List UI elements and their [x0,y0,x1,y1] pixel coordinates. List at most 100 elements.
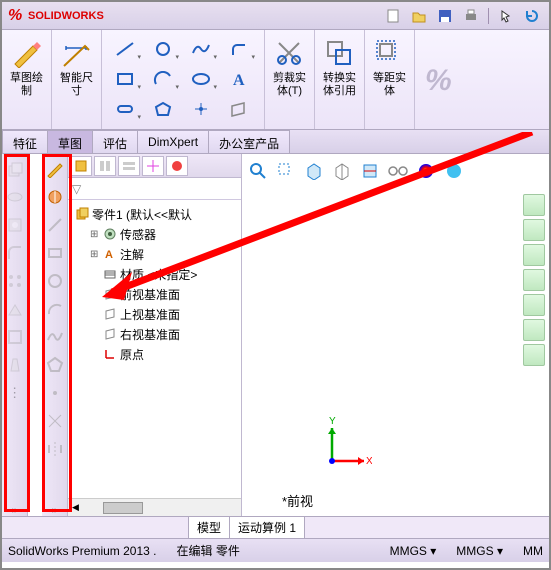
slot-tool[interactable]: ▾ [108,96,142,122]
tree-material[interactable]: 材质 <未指定> [70,264,239,284]
fm-tab-render[interactable] [166,156,188,176]
tab-dimxpert[interactable]: DimXpert [137,130,209,153]
cursor-button[interactable] [495,6,517,26]
tree-right-plane[interactable]: 右视基准面 [70,324,239,344]
feature-rib-icon[interactable] [4,298,26,320]
rebuild-button[interactable] [521,6,543,26]
sketch-mirror-icon[interactable] [44,438,66,460]
print-button[interactable] [460,6,482,26]
rt-btn-7[interactable] [523,344,545,366]
feature-draft-icon[interactable] [4,354,26,376]
point-tool[interactable] [184,96,218,122]
scene-icon[interactable] [442,160,466,182]
appearance-icon[interactable] [414,160,438,182]
open-button[interactable] [408,6,430,26]
rt-btn-5[interactable] [523,294,545,316]
tree-top-plane[interactable]: 上视基准面 [70,304,239,324]
line-tool[interactable]: ▾ [108,36,142,62]
rt-btn-3[interactable] [523,244,545,266]
sketch-dim-icon[interactable] [44,186,66,208]
feature-cut-icon[interactable] [4,214,26,236]
view-orient-icon[interactable] [302,160,326,182]
sketch-active-icon[interactable] [44,158,66,180]
filter-icon[interactable]: ▽ [72,182,81,196]
feature-pattern-icon[interactable] [4,270,26,292]
quick-access-toolbar [382,6,543,26]
status-units-2[interactable]: MMGS ▾ [456,544,503,558]
rt-btn-4[interactable] [523,269,545,291]
tab-model[interactable]: 模型 [188,516,230,539]
tab-motion[interactable]: 运动算例 1 [229,516,305,539]
sketch-trim-icon[interactable] [44,410,66,432]
tree-sensors[interactable]: ⊞ 传感器 [70,224,239,244]
sketch-tools-grid: ▾ ▾ ▾ ▾ ▾ ▾ ▾ A ▾ [106,34,260,126]
sketch-circle-icon[interactable] [44,270,66,292]
ellipse-tool[interactable]: ▾ [184,66,218,92]
tree-origin[interactable]: 原点 [70,344,239,364]
feature-extrude-icon[interactable] [4,158,26,180]
sketch-rect-icon[interactable] [44,242,66,264]
fm-tab-property[interactable] [94,156,116,176]
tab-office[interactable]: 办公室产品 [208,130,290,153]
feature-tree: 零件1 (默认<<默认 ⊞ 传感器 ⊞A 注解 材质 <未指定> 前视基准面 上… [68,200,241,498]
section-icon[interactable] [358,160,382,182]
view-name-label: *前视 [282,491,313,510]
left-toolbar-1: ⋮ » [2,154,28,516]
polygon-tool[interactable] [146,96,180,122]
text-tool[interactable]: A [222,66,256,92]
tab-sketch[interactable]: 草图 [47,130,93,153]
tree-annotations[interactable]: ⊞A 注解 [70,244,239,264]
feature-more-icon[interactable]: ⋮ [4,382,26,404]
right-toolbar [523,194,547,366]
panel-scrollbar[interactable]: ◀ [68,498,241,516]
svg-text:A: A [233,72,245,87]
tree-root[interactable]: 零件1 (默认<<默认 [70,204,239,224]
left-toolbar-2: » [42,154,68,516]
titlebar: % SOLIDWORKS [2,2,549,30]
tree-front-plane[interactable]: 前视基准面 [70,284,239,304]
sketch-poly-icon[interactable] [44,354,66,376]
sketch-button[interactable]: 草图绘制 [6,34,48,110]
tab-features[interactable]: 特征 [2,130,48,153]
rt-btn-6[interactable] [523,319,545,341]
status-units-1[interactable]: MMGS ▾ [390,544,437,558]
material-icon [102,266,118,282]
expand-icon-2[interactable]: » [52,505,58,516]
feature-fillet-icon[interactable] [4,242,26,264]
feature-shell-icon[interactable] [4,326,26,348]
status-units-3[interactable]: MM [523,544,543,558]
dimension-icon [61,38,93,70]
sketch-point-icon[interactable] [44,382,66,404]
arc-tool[interactable]: ▾ [146,66,180,92]
3d-viewport[interactable]: X Y *前视 [242,154,549,516]
expand-icon[interactable]: » [12,505,18,516]
display-style-icon[interactable] [330,160,354,182]
new-button[interactable] [382,6,404,26]
tab-evaluate[interactable]: 评估 [92,130,138,153]
fillet-tool[interactable]: ▾ [222,36,256,62]
eyeglass-icon[interactable] [386,160,410,182]
save-button[interactable] [434,6,456,26]
trim-button[interactable]: 剪裁实体(T) [269,34,311,110]
svg-text:%: % [425,64,452,97]
convert-button[interactable]: 转换实体引用 [319,34,361,110]
feature-revolve-icon[interactable] [4,186,26,208]
fm-tab-dim[interactable] [142,156,164,176]
smart-dimension-button[interactable]: 智能尺寸 [56,34,98,110]
fm-tab-config[interactable] [118,156,140,176]
plane-tool[interactable] [222,96,256,122]
zoom-area-icon[interactable] [274,160,298,182]
zoom-fit-icon[interactable] [246,160,270,182]
sketch-arc-icon[interactable] [44,298,66,320]
rectangle-tool[interactable]: ▾ [108,66,142,92]
sketch-spline-icon[interactable] [44,326,66,348]
circle-tool[interactable]: ▾ [146,36,180,62]
view-toolbar [246,158,545,184]
rt-btn-1[interactable] [523,194,545,216]
sketch-icon [11,38,43,70]
fm-tab-tree[interactable] [70,156,92,176]
spline-tool[interactable]: ▾ [184,36,218,62]
offset-button[interactable]: 等距实体 [369,34,411,110]
sketch-line-icon[interactable] [44,214,66,236]
rt-btn-2[interactable] [523,219,545,241]
